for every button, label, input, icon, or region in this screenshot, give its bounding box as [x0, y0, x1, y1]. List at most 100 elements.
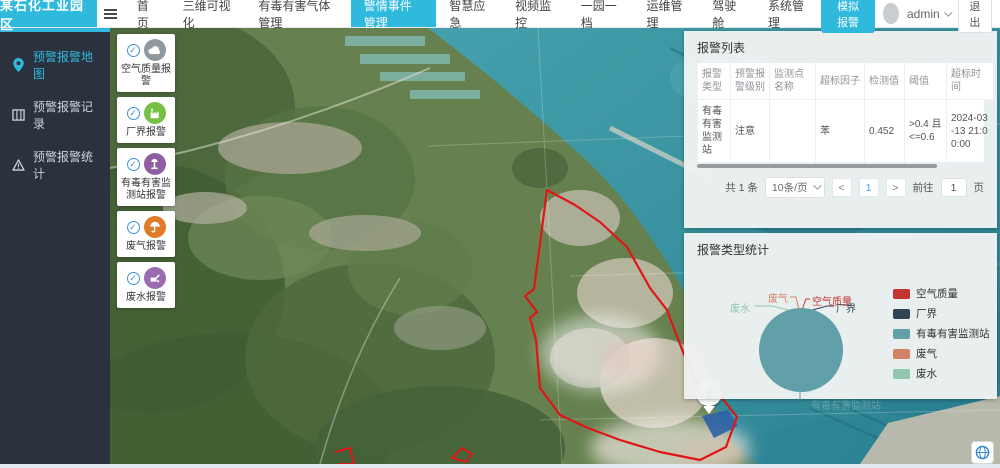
nav-item-gas-mgmt[interactable]: 有毒有害气体管理 — [245, 0, 350, 27]
legend-item-waste-water[interactable]: 废水 — [893, 366, 990, 381]
page-size-select[interactable]: 10条/页 — [765, 177, 825, 198]
checkbox-checked-icon[interactable]: ✓ — [127, 221, 140, 234]
layer-label: 空气质量报警 — [120, 64, 172, 88]
goto-label: 前往 — [913, 180, 934, 195]
next-page-button[interactable]: > — [886, 178, 906, 197]
chevron-down-icon — [813, 181, 821, 189]
nav-item-system[interactable]: 系统管理 — [755, 0, 821, 27]
sidebar-item-alarm-map[interactable]: 预警报警地图 — [0, 40, 110, 90]
nav-item-home[interactable]: 首页 — [124, 0, 170, 27]
legend-swatch — [893, 369, 910, 379]
nav-item-3d[interactable]: 三维可视化 — [170, 0, 246, 27]
chevron-down-icon — [944, 8, 952, 16]
nav-item-park-archive[interactable]: 一园一档 — [568, 0, 634, 27]
main-nav: 首页 三维可视化 有毒有害气体管理 警情事件管理 智慧应急 视频监控 一园一档 … — [124, 0, 821, 27]
records-table-icon — [12, 109, 25, 121]
sidebar-item-label: 预警报警统计 — [33, 148, 98, 182]
table-horizontal-scrollbar[interactable] — [697, 164, 937, 168]
legend-item-waste-gas[interactable]: 废气 — [893, 346, 990, 361]
warning-triangle-icon — [12, 159, 25, 171]
cell-point-name — [770, 100, 816, 163]
current-page-button[interactable]: 1 — [859, 178, 879, 197]
pagination: 共 1 条 10条/页 < 1 > 前往 页 — [697, 177, 984, 198]
nav-item-emergency[interactable]: 智慧应急 — [436, 0, 502, 27]
legend-swatch — [893, 309, 910, 319]
menu-toggle-icon[interactable] — [97, 0, 124, 27]
legend-item-factory-boundary[interactable]: 厂界 — [893, 306, 990, 321]
checkbox-checked-icon[interactable]: ✓ — [127, 272, 140, 285]
layer-card-waste-gas[interactable]: ✓ 废气报警 — [117, 211, 175, 257]
layer-card-factory-boundary[interactable]: ✓ 厂界报警 — [117, 97, 175, 143]
map-viewport[interactable]: ✓ 空气质量报警 ✓ 厂界报警 ✓ — [110, 28, 1000, 464]
legend-swatch — [893, 289, 910, 299]
legend-label: 厂界 — [916, 306, 937, 321]
layer-card-waste-water[interactable]: ✓ 废水报警 — [117, 262, 175, 308]
col-threshold: 阈值 — [905, 63, 947, 100]
sidebar-item-alarm-records[interactable]: 预警报警记录 — [0, 90, 110, 140]
nav-item-cockpit[interactable]: 驾驶舱 — [699, 0, 755, 27]
sidebar: 预警报警地图 预警报警记录 预警报警统计 — [0, 28, 110, 464]
cell-exceed-time: 2024-03-13 21:00:00 — [947, 100, 994, 163]
layer-card-air-quality[interactable]: ✓ 空气质量报警 — [117, 34, 175, 92]
legend-label: 废水 — [916, 366, 937, 381]
map-layer-legend: ✓ 空气质量报警 ✓ 厂界报警 ✓ — [117, 34, 175, 308]
goto-page-input[interactable] — [941, 178, 967, 197]
pagination-total: 共 1 条 — [725, 180, 758, 195]
checkbox-checked-icon[interactable]: ✓ — [127, 158, 140, 171]
layer-label: 废水报警 — [120, 292, 172, 304]
legend-item-toxic-station[interactable]: 有毒有害监测站 — [893, 326, 990, 341]
table-row[interactable]: 有毒有害监测站 注意 苯 0.452 >0.4 且 <=0.6 2024-03-… — [698, 100, 994, 163]
cell-alarm-level: 注意 — [731, 100, 770, 163]
pie-slice-toxic-station[interactable] — [759, 308, 843, 392]
pie-label-waste-water: 废水 — [730, 300, 750, 315]
layer-label: 有毒有害监测站报警 — [120, 178, 172, 202]
air-quality-icon — [144, 39, 166, 61]
top-header: 某石化工业园区 首页 三维可视化 有毒有害气体管理 警情事件管理 智慧应急 视频… — [0, 0, 1000, 28]
checkbox-checked-icon[interactable]: ✓ — [127, 107, 140, 120]
alarm-table: 报警类型 预警报警级别 监测点名称 超标因子 检测值 阈值 超标时间 有毒有害监… — [697, 62, 984, 163]
factory-icon — [144, 102, 166, 124]
legend-swatch — [893, 349, 910, 359]
legend-label: 空气质量 — [916, 286, 958, 301]
prev-page-button[interactable]: < — [832, 178, 852, 197]
checkbox-checked-icon[interactable]: ✓ — [127, 44, 140, 57]
simulate-alarm-button[interactable]: 模拟报警 — [821, 0, 876, 33]
page-unit-label: 页 — [974, 180, 985, 195]
cell-factor: 苯 — [816, 100, 865, 163]
monitor-station-icon — [144, 153, 166, 175]
legend-swatch — [893, 329, 910, 339]
legend-label: 废气 — [916, 346, 937, 361]
legend-label: 有毒有害监测站 — [916, 326, 990, 341]
pie-label-toxic-station: 有毒有害监测站 — [811, 397, 881, 412]
legend-item-air-quality[interactable]: 空气质量 — [893, 286, 990, 301]
sidebar-item-alarm-stats[interactable]: 预警报警统计 — [0, 140, 110, 190]
table-header-row: 报警类型 预警报警级别 监测点名称 超标因子 检测值 阈值 超标时间 — [698, 63, 994, 100]
cell-threshold: >0.4 且 <=0.6 — [905, 100, 947, 163]
nav-item-alarm-events[interactable]: 警情事件管理 — [351, 0, 437, 27]
col-alarm-type: 报警类型 — [698, 63, 731, 100]
user-avatar[interactable] — [883, 3, 899, 24]
alarm-list-title: 报警列表 — [684, 31, 997, 62]
sidebar-item-label: 预警报警记录 — [33, 98, 98, 132]
username: admin — [907, 7, 940, 21]
col-factor: 超标因子 — [816, 63, 865, 100]
user-menu[interactable]: admin — [907, 7, 950, 21]
chart-legend: 空气质量 厂界 有毒有害监测站 废气 — [893, 286, 990, 381]
globe-icon — [975, 445, 990, 460]
col-exceed-time: 超标时间 — [947, 63, 994, 100]
waste-gas-icon — [144, 216, 166, 238]
pie-label-factory-boundary: 厂界 — [836, 300, 856, 315]
nav-item-video[interactable]: 视频监控 — [502, 0, 568, 27]
cell-alarm-type: 有毒有害监测站 — [698, 100, 731, 163]
layer-card-toxic-station[interactable]: ✓ 有毒有害监测站报警 — [117, 148, 175, 206]
nav-item-ops[interactable]: 运维管理 — [634, 0, 700, 27]
pie-label-waste-gas: 废气 — [768, 290, 788, 305]
app-logo: 某石化工业园区 — [0, 0, 97, 27]
logout-button[interactable]: 退出 — [958, 0, 992, 33]
cell-detected-value: 0.452 — [865, 100, 905, 163]
map-globe-control[interactable] — [971, 441, 994, 464]
map-pin-icon — [12, 58, 25, 72]
col-point-name: 监测点名称 — [770, 63, 816, 100]
alarm-list-panel: 报警列表 报警类型 预警报警级别 监测点名称 超标因子 检测值 阈值 超标时间 — [684, 31, 997, 228]
bottom-scrollbar-track[interactable] — [0, 464, 1000, 468]
